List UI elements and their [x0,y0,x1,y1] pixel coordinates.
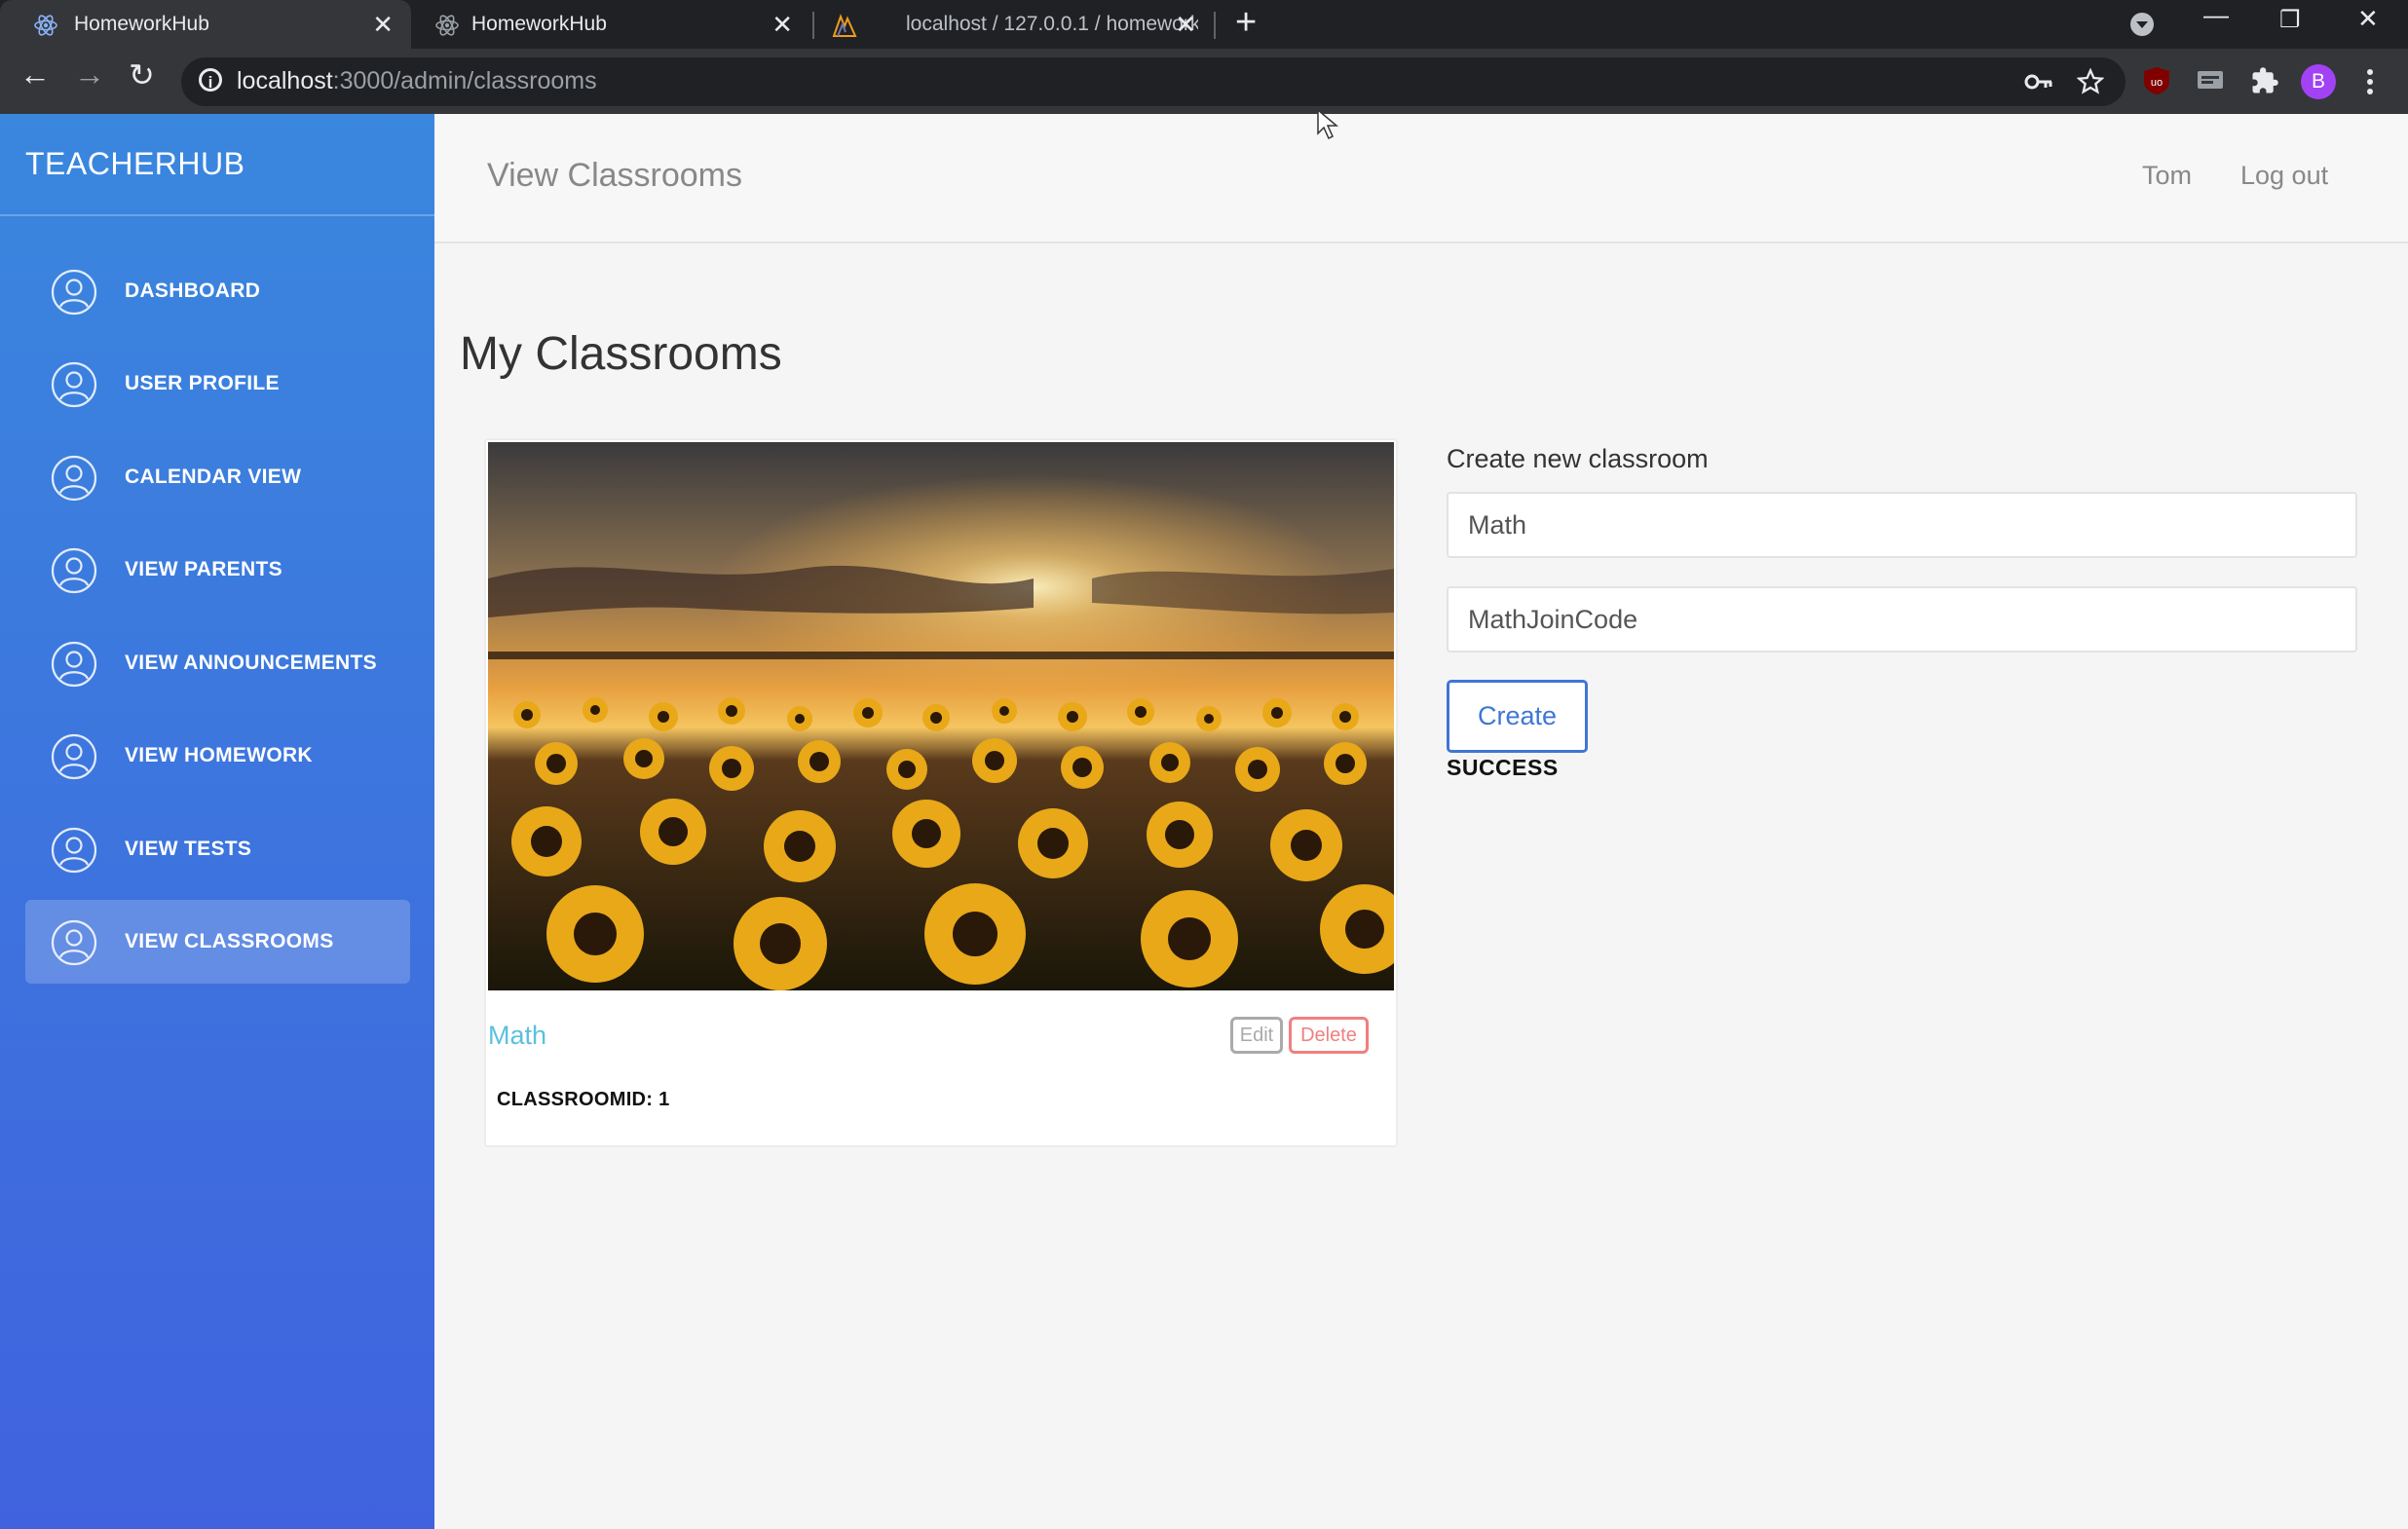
user-circle-icon [51,733,97,780]
create-button[interactable]: Create [1447,680,1588,753]
sidebar-item-user-profile[interactable]: USER PROFILE [25,342,410,426]
sidebar-item-label: VIEW PARENTS [125,558,282,580]
url-text[interactable]: localhost:3000/admin/classrooms [237,67,597,95]
url-host: localhost [237,67,333,94]
page-heading[interactable]: View Classrooms [487,157,742,195]
tab-close-icon[interactable]: ✕ [372,10,394,40]
classroom-name-link[interactable]: Math [488,1021,546,1051]
browser-tab-bar: HomeworkHub ✕ HomeworkHub ✕ localhost / … [0,0,2408,49]
classroom-id: CLASSROOMID: 1 [497,1089,670,1110]
user-circle-icon [51,827,97,874]
page-title: My Classrooms [460,328,782,380]
user-circle-icon [51,641,97,688]
browser-tab-3[interactable]: localhost / 127.0.0.1 / homework ✕ [814,0,1214,49]
edit-button[interactable]: Edit [1230,1017,1283,1054]
minimize-icon[interactable]: — [2203,0,2229,30]
user-circle-icon [51,455,97,502]
more-menu-icon[interactable] [2363,66,2377,97]
browser-toolbar: ← → ↻ i localhost:3000/admin/classrooms … [0,49,2408,114]
info-icon[interactable]: i [199,68,222,92]
mouse-cursor-icon [1317,108,1339,140]
tab-close-icon[interactable]: ✕ [1175,10,1196,40]
phpmyadmin-icon [832,14,857,37]
sidebar-item-label: VIEW ANNOUNCEMENTS [125,652,377,674]
sidebar-item-label: CALENDAR VIEW [125,466,302,488]
sidebar-item-label: USER PROFILE [125,372,280,394]
tab-search-icon[interactable] [2129,12,2155,37]
sidebar-item-label: DASHBOARD [125,280,261,302]
join-code-input[interactable] [1447,586,2357,653]
sunflower-field-image [488,442,1394,990]
sidebar-item-view-announcements[interactable]: VIEW ANNOUNCEMENTS [25,621,410,705]
sidebar-item-calendar-view[interactable]: CALENDAR VIEW [25,435,410,519]
tab-separator [1214,12,1216,39]
sidebar-item-view-classrooms[interactable]: VIEW CLASSROOMS [25,900,410,984]
sidebar-item-label: VIEW CLASSROOMS [125,930,334,952]
brand-logo[interactable]: TEACHERHUB [25,146,245,182]
new-tab-icon[interactable]: + [1235,2,1257,44]
tab-title: localhost / 127.0.0.1 / homework [906,13,1198,35]
extension-icon[interactable] [2196,68,2225,93]
sidebar-item-dashboard[interactable]: DASHBOARD [25,249,410,333]
profile-avatar[interactable]: B [2301,64,2336,99]
classroom-card: Math Edit Delete CLASSROOMID: 1 [484,438,1398,1147]
react-icon [435,15,459,36]
window-close-icon[interactable]: ✕ [2357,4,2379,34]
user-circle-icon [51,547,97,594]
reload-icon[interactable]: ↻ [129,56,155,93]
user-circle-icon [51,269,97,316]
tab-close-icon[interactable]: ✕ [771,10,793,40]
restore-icon[interactable]: ❐ [2279,6,2301,34]
address-bar[interactable]: i localhost:3000/admin/classrooms [181,57,2126,106]
status-message: SUCCESS [1447,755,1559,780]
user-circle-icon [51,919,97,966]
classroom-name-input[interactable] [1447,492,2357,558]
back-icon[interactable]: ← [19,56,51,93]
sidebar-divider [0,214,434,216]
tab-title: HomeworkHub [74,13,209,35]
react-icon [34,15,57,36]
create-form-title: Create new classroom [1447,444,1709,473]
logout-link[interactable]: Log out [2240,161,2328,191]
svg-text:uo: uo [2151,77,2163,89]
sidebar-item-view-homework[interactable]: VIEW HOMEWORK [25,714,410,798]
user-circle-icon [51,361,97,408]
ublock-icon[interactable]: uo [2143,66,2170,95]
puzzle-icon[interactable] [2250,66,2279,95]
sidebar-item-view-tests[interactable]: VIEW TESTS [25,807,410,891]
sidebar-item-view-parents[interactable]: VIEW PARENTS [25,528,410,612]
browser-tab-1[interactable]: HomeworkHub ✕ [0,0,411,49]
sidebar-item-label: VIEW HOMEWORK [125,744,313,766]
key-icon[interactable] [2024,71,2053,93]
user-name-link[interactable]: Tom [2142,161,2192,191]
sidebar: TEACHERHUB DASHBOARD USER PROFILE CALEND… [0,114,434,1529]
tab-title: HomeworkHub [471,13,607,35]
forward-icon[interactable]: → [74,56,105,93]
browser-tab-2[interactable]: HomeworkHub ✕ [411,0,810,49]
sidebar-item-label: VIEW TESTS [125,838,252,860]
delete-button[interactable]: Delete [1289,1017,1369,1054]
top-navbar: View Classrooms Tom Log out [434,114,2408,243]
bookmark-star-icon[interactable] [2077,68,2104,95]
url-path: :3000/admin/classrooms [332,67,597,94]
